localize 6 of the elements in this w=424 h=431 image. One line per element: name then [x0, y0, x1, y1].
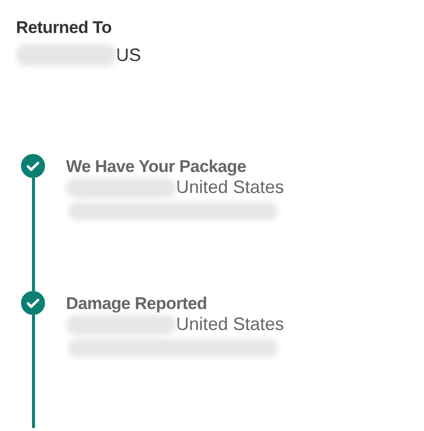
- event-title: We Have Your Package: [66, 157, 248, 177]
- section-label: Returned To: [16, 18, 113, 38]
- event-location: United States: [176, 177, 284, 198]
- event-location: United States: [176, 314, 284, 335]
- country-text: US: [116, 44, 142, 66]
- event-title: Damage Reported: [66, 294, 208, 314]
